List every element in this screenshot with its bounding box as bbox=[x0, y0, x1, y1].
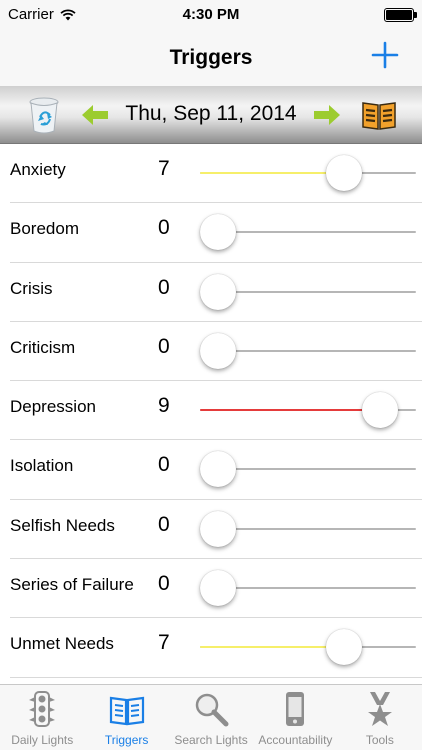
tab-label: Daily Lights bbox=[11, 733, 74, 747]
trigger-name: Anxiety bbox=[10, 160, 66, 179]
battery-icon bbox=[384, 8, 417, 22]
open-book-icon bbox=[362, 102, 396, 130]
slider-thumb[interactable] bbox=[326, 629, 362, 666]
status-time: 4:30 PM bbox=[182, 6, 240, 23]
slider-thumb[interactable] bbox=[362, 392, 398, 429]
trigger-name: Unmet Needs bbox=[10, 634, 114, 654]
slider-thumb[interactable] bbox=[200, 451, 236, 488]
trigger-row: Selfish Needs 0 bbox=[10, 500, 422, 560]
trigger-name: Series of Failure bbox=[10, 575, 134, 595]
tab-accountability[interactable]: Accountability bbox=[253, 685, 337, 750]
trigger-value: 0 bbox=[158, 275, 170, 299]
book-icon bbox=[109, 691, 145, 727]
traffic-light-icon bbox=[24, 691, 60, 727]
page-title: Triggers bbox=[169, 46, 253, 69]
trigger-slider[interactable] bbox=[200, 273, 416, 311]
trigger-slider[interactable] bbox=[200, 628, 416, 666]
slider-track bbox=[200, 172, 416, 174]
slider-thumb[interactable] bbox=[326, 155, 362, 191]
trigger-row: Isolation 0 bbox=[10, 440, 422, 500]
trigger-slider[interactable] bbox=[200, 391, 416, 429]
trigger-row: Series of Failure 0 bbox=[10, 559, 422, 619]
slider-track bbox=[200, 646, 416, 649]
phone-icon bbox=[277, 691, 313, 727]
trigger-value: 0 bbox=[158, 512, 170, 536]
tab-label: Tools bbox=[365, 733, 394, 747]
slider-thumb[interactable] bbox=[200, 273, 236, 310]
slider-fill bbox=[200, 646, 344, 649]
trigger-row: Boredom 0 bbox=[10, 203, 422, 263]
tab-tools[interactable]: Tools bbox=[338, 685, 422, 750]
trigger-name: Isolation bbox=[10, 456, 74, 476]
slider-thumb[interactable] bbox=[200, 214, 236, 251]
trigger-row: Anxiety 7 bbox=[10, 144, 422, 204]
date-bar: Thu, Sep 11, 2014 bbox=[0, 86, 422, 144]
trigger-name: Boredom bbox=[10, 219, 79, 239]
slider-thumb[interactable] bbox=[200, 510, 236, 547]
slider-fill bbox=[200, 409, 380, 412]
tab-label: Triggers bbox=[104, 733, 149, 747]
trigger-value: 7 bbox=[158, 157, 170, 180]
trigger-row: Criticism 0 bbox=[10, 322, 422, 382]
tab-bar: Daily Lights Triggers Search Lights Account… bbox=[0, 684, 422, 750]
trigger-slider[interactable] bbox=[200, 510, 416, 548]
trigger-value: 0 bbox=[158, 334, 170, 358]
trigger-value: 9 bbox=[158, 394, 170, 418]
next-day-button[interactable] bbox=[314, 105, 340, 125]
arrow-right-icon bbox=[314, 105, 340, 125]
trigger-row: Depression 9 bbox=[10, 381, 422, 441]
trigger-value: 0 bbox=[158, 572, 170, 596]
trigger-name: Depression bbox=[10, 397, 96, 417]
trigger-slider[interactable] bbox=[200, 450, 416, 488]
slider-thumb[interactable] bbox=[200, 570, 236, 607]
tab-label: Accountability bbox=[258, 733, 333, 747]
slider-fill bbox=[200, 172, 344, 174]
trigger-slider[interactable] bbox=[200, 332, 416, 370]
trigger-name: Crisis bbox=[10, 278, 53, 298]
tab-search-lights[interactable]: Search Lights bbox=[169, 685, 253, 750]
slider-thumb[interactable] bbox=[200, 332, 236, 369]
trigger-name: Criticism bbox=[10, 337, 76, 357]
trigger-slider[interactable] bbox=[200, 213, 416, 251]
trigger-row: Unmet Needs 7 bbox=[10, 618, 422, 678]
navigation-bar: Triggers bbox=[0, 30, 422, 86]
status-bar: Carrier 4:30 PM bbox=[0, 0, 422, 30]
trigger-slider[interactable] bbox=[200, 569, 416, 607]
medal-icon bbox=[362, 691, 398, 727]
tab-daily-lights[interactable]: Daily Lights bbox=[0, 685, 84, 750]
trigger-list: Anxiety 7 Boredom 0 Crisis 0 Criticism 0 Depress… bbox=[0, 144, 422, 684]
trigger-value: 7 bbox=[158, 631, 170, 655]
add-trigger-button[interactable] bbox=[370, 40, 400, 70]
current-date: Thu, Sep 11, 2014 bbox=[125, 102, 297, 125]
tab-label: Search Lights bbox=[174, 733, 248, 747]
trigger-value: 0 bbox=[158, 453, 170, 477]
trigger-name: Selfish Needs bbox=[10, 515, 115, 535]
trigger-row: Crisis 0 bbox=[10, 263, 422, 322]
journal-button[interactable] bbox=[362, 100, 396, 130]
tab-triggers[interactable]: Triggers bbox=[84, 685, 168, 750]
trigger-value: 0 bbox=[158, 216, 170, 240]
magnifier-icon bbox=[193, 691, 229, 727]
trigger-slider[interactable] bbox=[200, 154, 416, 192]
plus-icon bbox=[371, 41, 399, 69]
